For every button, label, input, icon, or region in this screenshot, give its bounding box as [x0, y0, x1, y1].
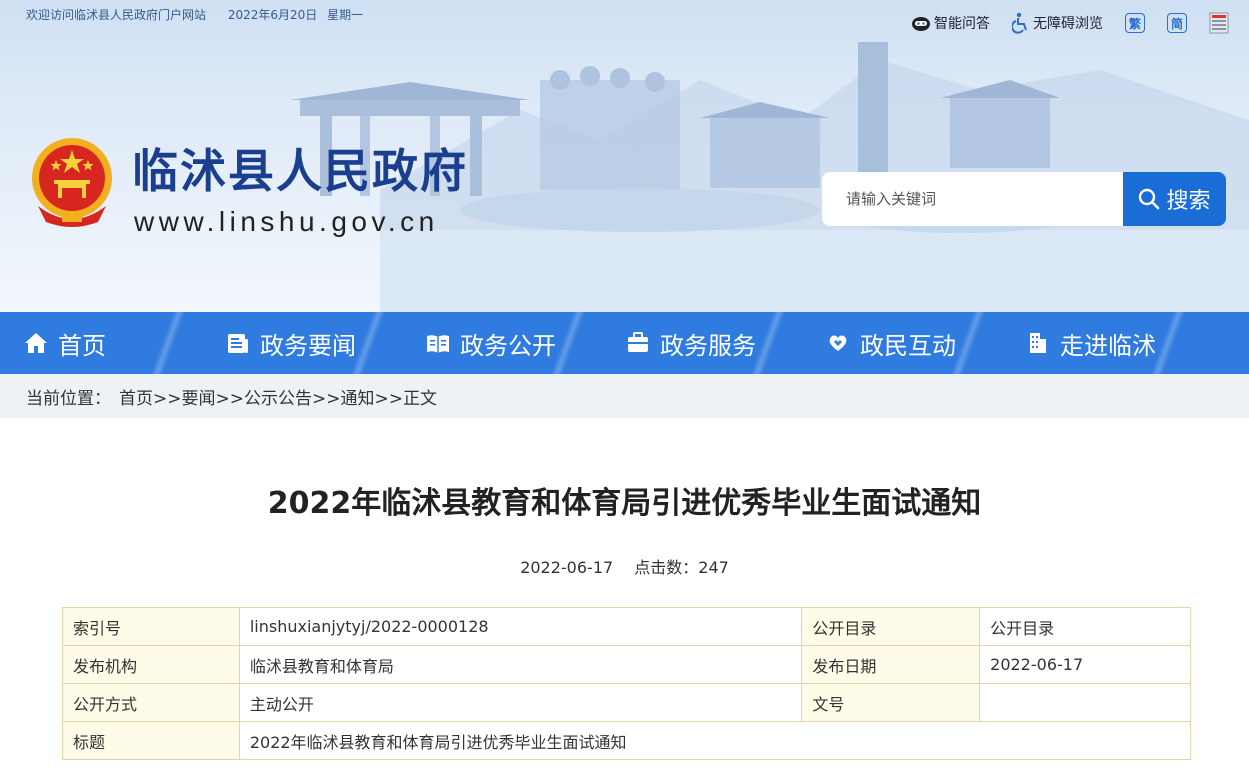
search-bar: 搜索 [822, 172, 1226, 226]
info-value: 公开目录 [979, 607, 1191, 646]
header-banner: 欢迎访问临沭县人民政府门户网站 2022年6月20日 星期一 智能问答 无障碍浏… [0, 0, 1249, 312]
info-value [979, 683, 1191, 722]
info-value: 主动公开 [238, 683, 803, 722]
smart-qa-button[interactable]: 智能问答 [911, 13, 990, 33]
main-nav: 首页 政务要闻 政务公开 政务服务 政民互动 走进临沭 [0, 312, 1249, 374]
article-date: 2022-06-17 [520, 558, 614, 577]
site-name: 临沭县人民政府 [132, 144, 468, 198]
info-value: linshuxianjytyj/2022-0000128 [238, 607, 803, 646]
current-weekday: 星期一 [327, 8, 364, 22]
nav-item-about-linshu[interactable]: 走进临沭 [970, 312, 1188, 374]
nav-item-services[interactable]: 政务服务 [570, 312, 788, 374]
nav-item-label: 政务要闻 [260, 331, 356, 360]
smart-qa-label: 智能问答 [934, 16, 990, 32]
nav-item-interaction[interactable]: 政民互动 [770, 312, 988, 374]
nav-item-label: 政民互动 [860, 331, 956, 360]
breadcrumb: 当前位置： 首页>>要闻>>公示公告>>通知>>正文 [0, 374, 1249, 418]
news-icon [228, 334, 248, 353]
traditional-chinese-button[interactable]: 繁 [1125, 13, 1145, 33]
welcome-text: 欢迎访问临沭县人民政府门户网站 [26, 8, 207, 22]
nav-item-news[interactable]: 政务要闻 [170, 312, 388, 374]
welcome-bar: 欢迎访问临沭县人民政府门户网站 2022年6月20日 星期一 [26, 6, 381, 23]
table-row: 标题 2022年临沭县教育和体育局引进优秀毕业生面试通知 [62, 721, 1192, 760]
nav-item-label: 首页 [58, 331, 106, 360]
search-input[interactable] [822, 172, 1123, 226]
table-row: 索引号 linshuxianjytyj/2022-0000128 公开目录 公开… [62, 607, 1191, 646]
search-icon [1139, 188, 1160, 210]
breadcrumb-path[interactable]: 首页>>要闻>>公示公告>>通知>>正文 [119, 384, 437, 409]
search-button-label: 搜索 [1166, 189, 1211, 214]
heart-hands-icon [829, 335, 847, 351]
info-key: 索引号 [62, 607, 240, 646]
table-row: 公开方式 主动公开 文号 [62, 683, 1191, 722]
nav-item-home[interactable]: 首页 [0, 312, 188, 374]
nav-item-label: 政务公开 [460, 331, 556, 360]
accessibility-button[interactable]: 无障碍浏览 [1012, 12, 1103, 34]
breadcrumb-label: 当前位置： [26, 388, 111, 409]
info-key: 公开方式 [62, 683, 240, 722]
article-title: 2022年临沭县教育和体育局引进优秀毕业生面试通知 [267, 486, 982, 521]
info-value: 临沭县教育和体育局 [238, 645, 803, 684]
current-date: 2022年6月20日 [227, 8, 318, 22]
service-icon [628, 332, 648, 352]
info-value: 2022年临沭县教育和体育局引进优秀毕业生面试通知 [238, 721, 1192, 760]
info-key: 标题 [62, 721, 240, 760]
info-key: 公开目录 [801, 607, 981, 646]
info-value: 2022-06-17 [979, 645, 1191, 684]
nav-item-label: 走进临沭 [1060, 331, 1156, 360]
info-key: 发布机构 [62, 645, 240, 684]
table-row: 发布机构 临沭县教育和体育局 发布日期 2022-06-17 [62, 645, 1191, 684]
search-button[interactable]: 搜索 [1123, 172, 1226, 226]
article-meta: 2022-06-17 点击数：247 [0, 554, 1249, 578]
accessibility-icon [1012, 12, 1027, 34]
site-url: www.linshu.gov.cn [134, 206, 439, 237]
gov-service-app-icon[interactable] [1209, 12, 1229, 34]
nav-item-label: 政务服务 [660, 331, 756, 360]
home-icon [25, 333, 47, 353]
accessibility-label: 无障碍浏览 [1033, 16, 1103, 32]
top-tools: 智能问答 无障碍浏览 繁 简 [911, 12, 1229, 34]
book-icon [427, 335, 449, 353]
article-info-table: 索引号 linshuxianjytyj/2022-0000128 公开目录 公开… [62, 607, 1192, 760]
national-emblem-icon[interactable] [26, 136, 118, 232]
info-key: 文号 [801, 683, 981, 722]
robot-icon [912, 17, 930, 31]
article-clicks: 点击数：247 [634, 558, 729, 577]
building-icon [1030, 333, 1046, 353]
info-key: 发布日期 [801, 645, 981, 684]
nav-item-open-government[interactable]: 政务公开 [370, 312, 588, 374]
simplified-chinese-button[interactable]: 简 [1167, 13, 1187, 33]
